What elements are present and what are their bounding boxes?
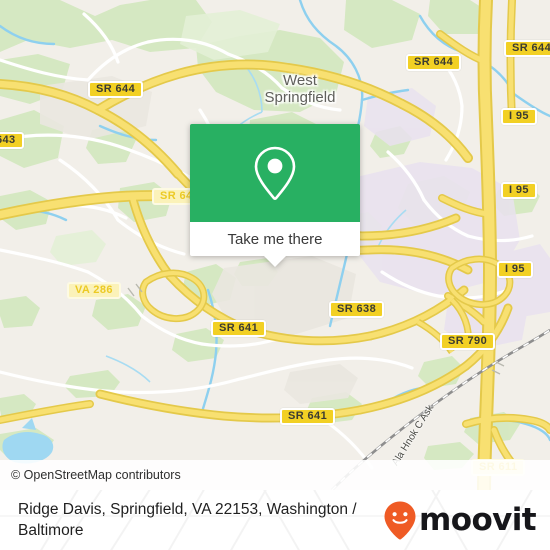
popup-pointer-tail: [264, 256, 286, 267]
take-me-there-button[interactable]: Take me there: [190, 222, 360, 256]
shield-sr-641-a[interactable]: SR 641: [211, 320, 267, 337]
shield-sr-643[interactable]: 643: [0, 132, 24, 149]
shield-sr-641-b[interactable]: SR 641: [280, 408, 336, 425]
shield-sr-644-ne[interactable]: SR 644: [504, 40, 550, 57]
shield-i-95-b[interactable]: I 95: [501, 182, 537, 199]
map-pin-icon: [254, 146, 296, 200]
shield-i-95-c[interactable]: I 95: [497, 261, 533, 278]
location-popup-card[interactable]: Take me there: [190, 124, 360, 267]
footer-bar: Ridge Davis, Springfield, VA 22153, Wash…: [0, 490, 550, 550]
shield-sr-790[interactable]: SR 790: [440, 333, 496, 350]
shield-i-95-a[interactable]: I 95: [501, 108, 537, 125]
moovit-logo[interactable]: moovit: [383, 500, 537, 540]
moovit-map-screenshot: West Springfield Ala Hnok C Ask 643 SR 6…: [0, 0, 550, 550]
osm-attribution[interactable]: © OpenStreetMap contributors: [0, 460, 550, 490]
shield-sr-638[interactable]: SR 638: [329, 301, 385, 318]
shield-va-286[interactable]: VA 286: [67, 282, 121, 299]
shield-sr-644-n[interactable]: SR 644: [406, 54, 462, 71]
shield-sr-644-nw[interactable]: SR 644: [88, 81, 144, 98]
popup-header: [190, 124, 360, 222]
map-canvas[interactable]: West Springfield Ala Hnok C Ask 643 SR 6…: [0, 0, 550, 490]
location-address: Ridge Davis, Springfield, VA 22153, Wash…: [18, 501, 357, 539]
moovit-wordmark: moovit: [419, 501, 537, 538]
moovit-pin-smiley-icon: [384, 501, 416, 540]
